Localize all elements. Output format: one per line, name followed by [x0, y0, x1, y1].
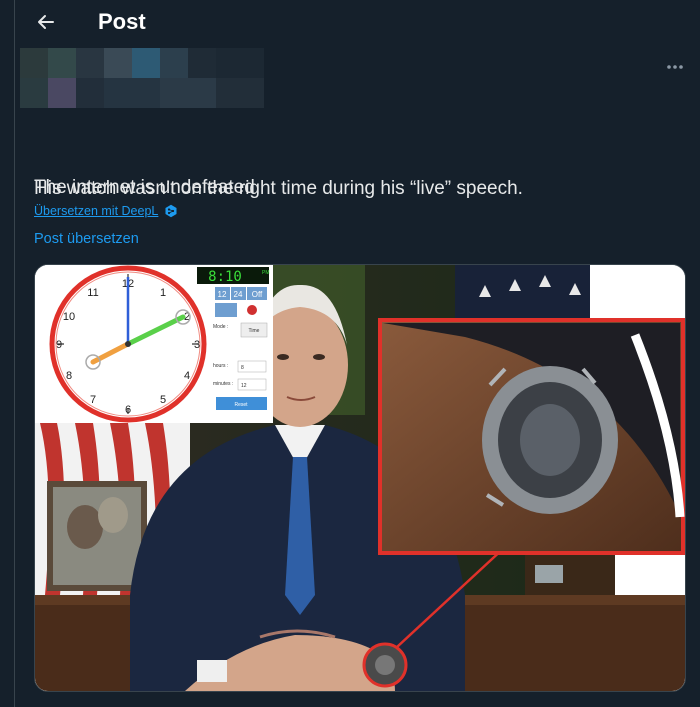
timeline-border	[14, 0, 15, 707]
post-header: Post	[0, 0, 700, 44]
minutes-value: 12	[241, 383, 247, 389]
svg-text:4: 4	[184, 370, 190, 382]
tweet-text-line2: The internet is undefeated	[34, 177, 255, 198]
more-horizontal-icon	[667, 65, 683, 69]
ladybug-icon	[247, 305, 257, 315]
tweet-media-image[interactable]: 1212 345 678 91011 8:10 PM 12 24 Off	[34, 264, 686, 692]
svg-text:9: 9	[56, 339, 62, 351]
arrow-left-icon	[38, 15, 54, 29]
hours-label: hours :	[213, 363, 228, 369]
digital-clock-time: 8:10	[208, 269, 242, 285]
media-composite-image: 1212 345 678 91011 8:10 PM 12 24 Off	[35, 265, 685, 691]
back-button[interactable]	[30, 6, 62, 38]
svg-text:7: 7	[90, 394, 96, 406]
more-options-button[interactable]	[662, 58, 688, 76]
hours-value: 8	[241, 365, 244, 371]
translate-deepl-link[interactable]: Übersetzen mit DeepL	[34, 204, 178, 218]
minutes-label: minutes :	[213, 381, 233, 387]
svg-text:3: 3	[194, 339, 200, 351]
mode-off-button: Off	[252, 290, 263, 299]
translate-deepl-label: Übersetzen mit DeepL	[34, 204, 159, 218]
mode-label: Mode :	[213, 324, 228, 330]
mode-24-button: 24	[234, 290, 243, 299]
mode-value: Time	[249, 328, 260, 334]
mode-12-button: 12	[218, 290, 227, 299]
page-title: Post	[98, 9, 146, 34]
deepl-logo-icon	[165, 204, 177, 218]
svg-text:5: 5	[160, 394, 166, 406]
svg-text:8: 8	[66, 370, 72, 382]
reset-button: Reset	[234, 402, 248, 408]
svg-text:6: 6	[125, 404, 131, 416]
svg-text:1: 1	[160, 287, 166, 299]
svg-text:11: 11	[87, 287, 98, 299]
digital-clock-suffix: PM	[262, 270, 270, 276]
watch-zoom-inset	[378, 318, 685, 555]
author-info-blurred[interactable]	[20, 48, 264, 108]
analog-clock: 1212 345 678 91011	[35, 265, 215, 423]
translate-post-link[interactable]: Post übersetzen	[34, 231, 139, 247]
svg-text:10: 10	[63, 311, 75, 323]
